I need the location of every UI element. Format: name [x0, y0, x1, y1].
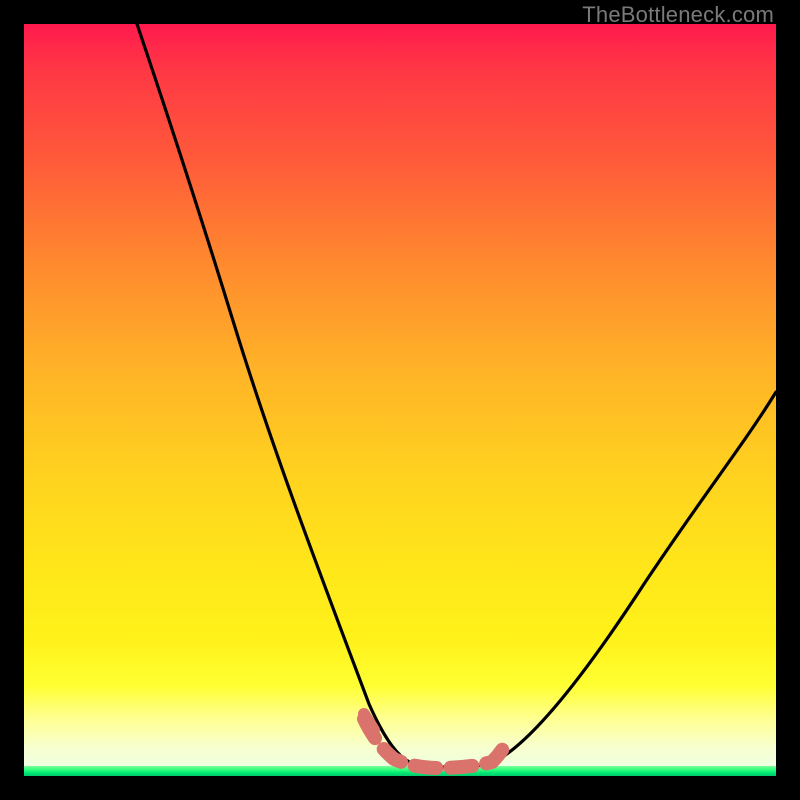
bottleneck-curve — [137, 24, 776, 767]
plot-area — [24, 24, 776, 776]
chart-frame: TheBottleneck.com — [0, 0, 800, 800]
valley-highlight-nub — [364, 714, 374, 730]
curves-svg — [24, 24, 776, 776]
valley-highlight — [364, 719, 508, 768]
